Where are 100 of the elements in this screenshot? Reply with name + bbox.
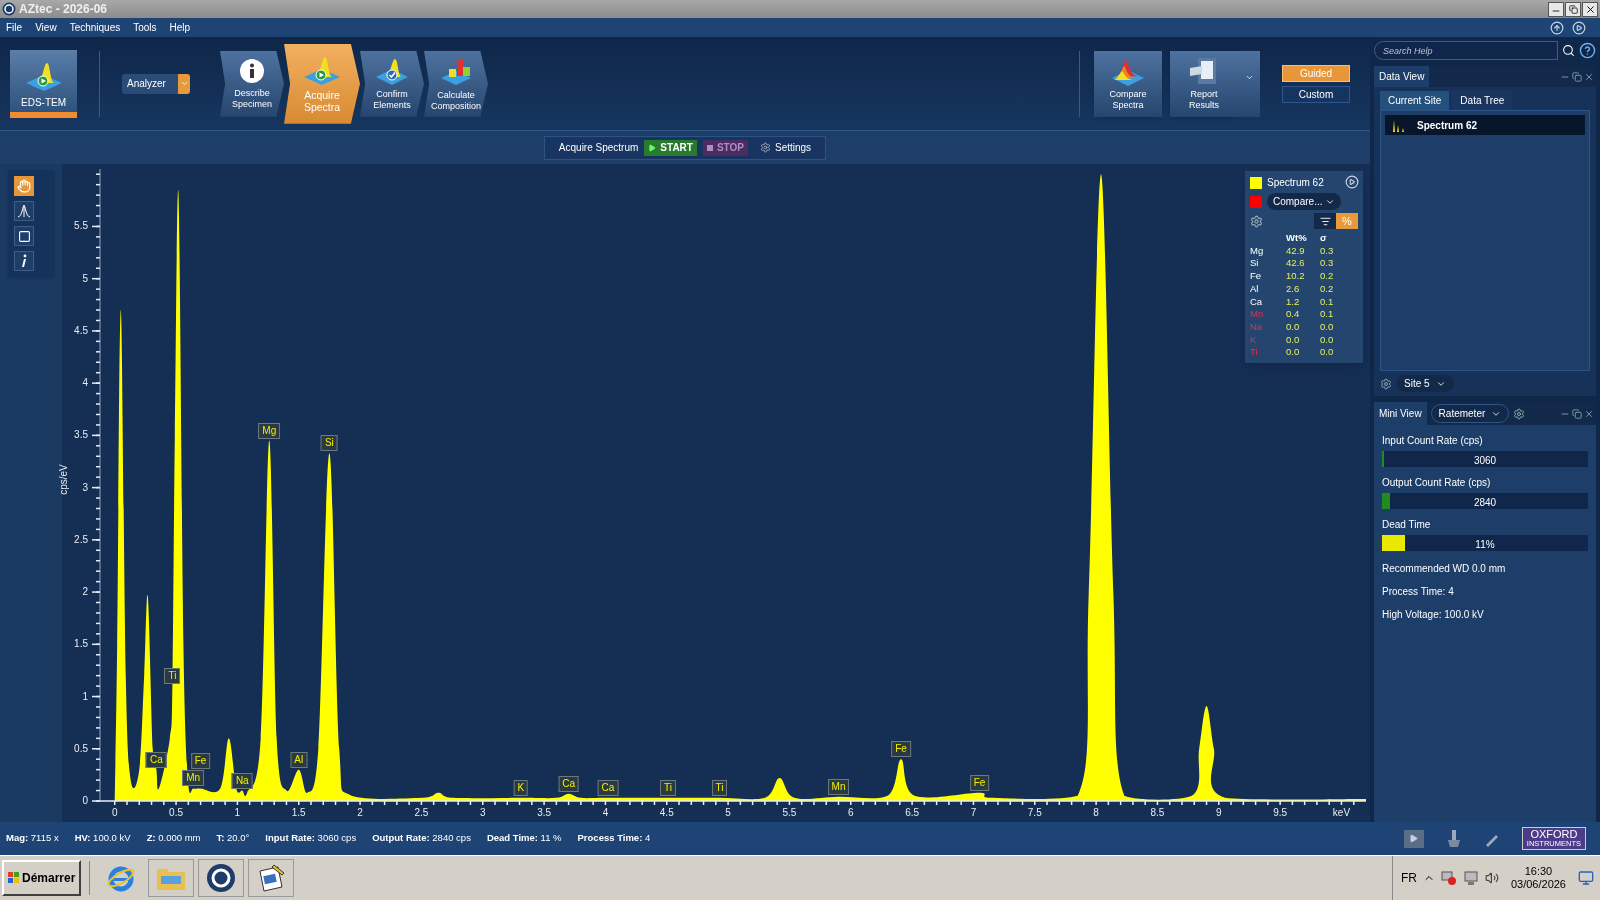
- y-tick-label: 4.5: [73, 325, 88, 336]
- table-cell-text: 10.2: [1286, 270, 1306, 283]
- minimize-button[interactable]: [1548, 1, 1564, 17]
- stop-icon: [706, 144, 713, 151]
- x-tick-label: 3.5: [537, 808, 552, 818]
- site-dropdown[interactable]: Site 5: [1396, 375, 1454, 392]
- settings-icon: [760, 142, 771, 154]
- tool-button[interactable]: [14, 251, 34, 271]
- close-icon[interactable]: [1584, 408, 1594, 419]
- table-cell-text: 1.2: [1286, 295, 1301, 309]
- x-tick-label: 1: [234, 808, 241, 818]
- meter-label: Output Count Rate (cps): [1382, 476, 1492, 490]
- taskbar-app[interactable]: [198, 859, 245, 897]
- y-tick-label: 1: [81, 691, 88, 702]
- element-cell-text: Fe: [1250, 270, 1263, 283]
- compare-dropdown[interactable]: Compare...: [1267, 193, 1342, 210]
- x-tick-label: 0.5: [169, 808, 183, 818]
- network-icon[interactable]: [1440, 870, 1457, 886]
- x-tick-label: 4: [602, 808, 609, 818]
- meter-reading: 2840: [1473, 496, 1497, 510]
- search-icon[interactable]: [1562, 44, 1575, 57]
- x-tick-label: 1.5: [291, 808, 306, 818]
- app-icon: [2, 2, 16, 16]
- peak-label: Ti: [164, 668, 181, 685]
- menu-item[interactable]: Tools: [133, 20, 157, 35]
- mode-button[interactable]: Custom: [1282, 85, 1350, 103]
- settings-icon[interactable]: [1380, 377, 1392, 390]
- tool-button[interactable]: [14, 226, 34, 246]
- action-button[interactable]: Report Results: [1170, 50, 1238, 117]
- maximize-icon[interactable]: [1572, 71, 1582, 82]
- peak-label: Mn: [182, 770, 205, 787]
- table-cell-text: 0.2: [1320, 282, 1335, 296]
- panel-tab[interactable]: Current Site: [1380, 91, 1450, 110]
- desktop-icon[interactable]: [1578, 870, 1594, 886]
- element-cell-text: Ca: [1250, 295, 1264, 309]
- status-item: Output Rate: 2840 cps: [372, 831, 471, 846]
- y-tick-label: 2: [81, 587, 88, 598]
- workflow-step[interactable]: Confirm Elements: [360, 50, 424, 117]
- table-cell-text: 0.0: [1286, 346, 1301, 360]
- settings-icon[interactable]: [1250, 214, 1263, 228]
- info-icon: [239, 57, 265, 84]
- panel-tab[interactable]: Data Tree: [1452, 91, 1513, 110]
- status-item: Mag: 7115 x: [6, 831, 59, 846]
- peak-label: Si: [320, 435, 338, 452]
- taskbar-app[interactable]: [248, 859, 295, 897]
- y-tick-label: 4: [81, 378, 88, 389]
- element-cell-text: Mg: [1250, 244, 1265, 258]
- workflow-step[interactable]: Describe Specimen: [220, 50, 284, 117]
- peak-label: Al: [290, 751, 308, 768]
- x-tick-label: 6: [848, 808, 854, 818]
- element-cell-text: Na: [1250, 320, 1264, 334]
- menu-item[interactable]: View: [35, 20, 57, 35]
- table-cell-text: 0.0: [1320, 333, 1335, 347]
- search-field[interactable]: Search Help: [1374, 41, 1558, 60]
- status-item: Z: 0.000 mm: [146, 831, 201, 846]
- settings-button[interactable]: Settings: [760, 140, 812, 156]
- menu-item[interactable]: File: [6, 20, 23, 35]
- restore-button[interactable]: [1565, 1, 1581, 17]
- close-button[interactable]: [1582, 1, 1598, 17]
- tool-button[interactable]: [14, 201, 34, 221]
- play-button[interactable]: [1403, 829, 1424, 848]
- application-button[interactable]: EDS-TEM: [10, 49, 77, 118]
- windows-icon: [8, 872, 20, 884]
- element-cell-text: K: [1250, 333, 1258, 347]
- stop-button[interactable]: STOP: [702, 139, 748, 156]
- play-icon[interactable]: [1345, 175, 1359, 189]
- play-icon: [648, 143, 657, 152]
- action-button[interactable]: Compare Spectra: [1094, 50, 1162, 117]
- sort-icon: [1319, 215, 1331, 227]
- play-icon[interactable]: [1572, 20, 1586, 35]
- clock-date: 03/06/2026: [1510, 878, 1566, 891]
- start-button[interactable]: START: [644, 139, 697, 156]
- tree-item[interactable]: Spectrum 62: [1385, 115, 1585, 135]
- menu-item[interactable]: Help: [169, 20, 191, 35]
- analyzer-dropdown[interactable]: Analyzer: [122, 73, 190, 94]
- spectrum-check-icon: [374, 56, 410, 85]
- x-tick-label: 5: [725, 808, 731, 818]
- element-cell-text: Al: [1250, 282, 1260, 296]
- volume-icon[interactable]: [1484, 871, 1499, 885]
- sort-toggle[interactable]: [1314, 213, 1336, 229]
- y-tick-label: 2.5: [73, 534, 88, 545]
- peak-label: Na: [231, 772, 253, 789]
- ratemeter-dropdown[interactable]: Ratemeter: [1430, 404, 1510, 423]
- start-button[interactable]: Démarrer: [2, 860, 82, 896]
- help-icon[interactable]: [1579, 42, 1596, 59]
- menu-item[interactable]: Techniques: [69, 20, 121, 35]
- workflow-step[interactable]: Calculate Composition: [424, 50, 488, 117]
- spectrum-play-icon: [302, 54, 342, 85]
- computer-icon[interactable]: [1462, 870, 1479, 886]
- language-indicator[interactable]: FR: [1400, 869, 1417, 887]
- acquire-label: Acquire Spectrum: [558, 141, 639, 156]
- settings-icon[interactable]: [1513, 407, 1526, 420]
- status-item: HV: 100.0 kV: [74, 831, 131, 846]
- y-tick-label: 1.5: [73, 639, 88, 650]
- peak-label: Ca: [558, 775, 579, 792]
- x-tick-label: 8: [1093, 808, 1099, 818]
- detector-icon[interactable]: [1445, 829, 1462, 848]
- maximize-icon[interactable]: [1572, 408, 1582, 419]
- x-tick-label: 7.5: [1027, 808, 1042, 818]
- close-icon[interactable]: [1584, 71, 1594, 82]
